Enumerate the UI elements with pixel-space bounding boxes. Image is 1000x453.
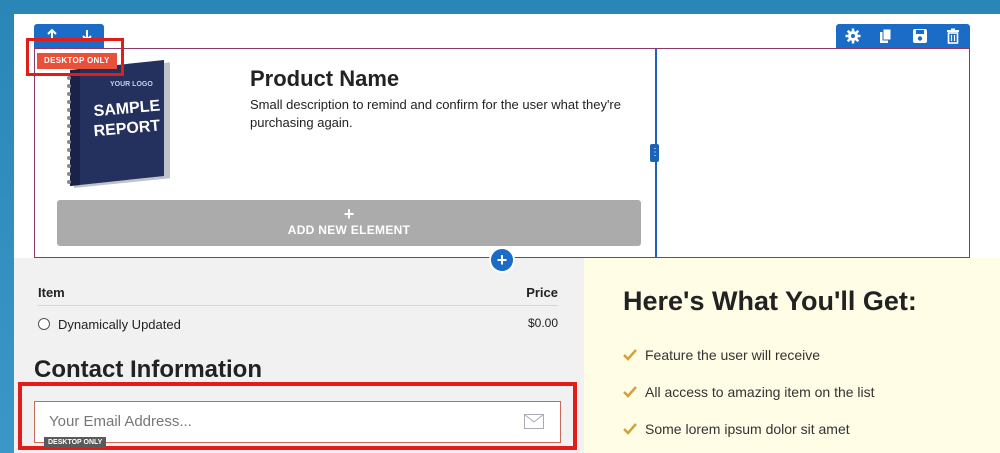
gear-icon[interactable] — [845, 28, 861, 44]
copy-icon[interactable] — [878, 28, 894, 44]
check-icon — [623, 348, 637, 361]
empty-column[interactable] — [657, 49, 969, 257]
header-item: Item — [38, 285, 65, 300]
contact-title: Contact Information — [34, 356, 262, 383]
check-icon — [623, 385, 637, 398]
row-toolbar — [836, 24, 970, 48]
add-row-button[interactable]: + — [489, 247, 515, 273]
row-price: $0.00 — [527, 316, 558, 330]
feature-text: All access to amazing item on the list — [645, 384, 875, 400]
product-description[interactable]: Small description to remind and confirm … — [250, 96, 640, 132]
book-logo: YOUR LOGO — [110, 81, 153, 88]
table-row[interactable]: Dynamically Updated $0.00 — [38, 316, 558, 336]
desktop-only-highlight: DESKTOP ONLY — [26, 38, 124, 76]
list-item[interactable]: All access to amazing item on the list — [623, 384, 875, 400]
add-new-element-label: ADD NEW ELEMENT — [287, 223, 411, 237]
trash-icon[interactable] — [945, 28, 961, 44]
desktop-only-badge-small[interactable]: DESKTOP ONLY — [44, 437, 107, 448]
envelope-icon — [524, 414, 544, 429]
save-icon[interactable] — [912, 28, 928, 44]
plus-icon: + — [343, 204, 355, 224]
header-price: Price — [526, 285, 558, 300]
check-icon — [623, 422, 637, 435]
desktop-only-badge[interactable]: DESKTOP ONLY — [37, 53, 117, 69]
row-item: Dynamically Updated — [58, 317, 181, 332]
product-radio[interactable] — [38, 318, 50, 330]
list-item[interactable]: Some lorem ipsum dolor sit amet — [623, 421, 850, 437]
product-name[interactable]: Product Name — [250, 66, 399, 92]
email-field[interactable]: Your Email Address... — [34, 401, 561, 443]
add-new-element-button[interactable]: + ADD NEW ELEMENT — [57, 200, 641, 246]
product-image: YOUR LOGO SAMPLE REPORT — [60, 60, 172, 190]
order-table-header: Item Price — [38, 283, 558, 306]
list-item[interactable]: Feature the user will receive — [623, 347, 820, 363]
benefits-title[interactable]: Here's What You'll Get: — [623, 286, 917, 317]
feature-text: Some lorem ipsum dolor sit amet — [645, 421, 850, 437]
feature-text: Feature the user will receive — [645, 347, 821, 363]
column-resize-handle[interactable]: ⋮ — [650, 144, 660, 162]
